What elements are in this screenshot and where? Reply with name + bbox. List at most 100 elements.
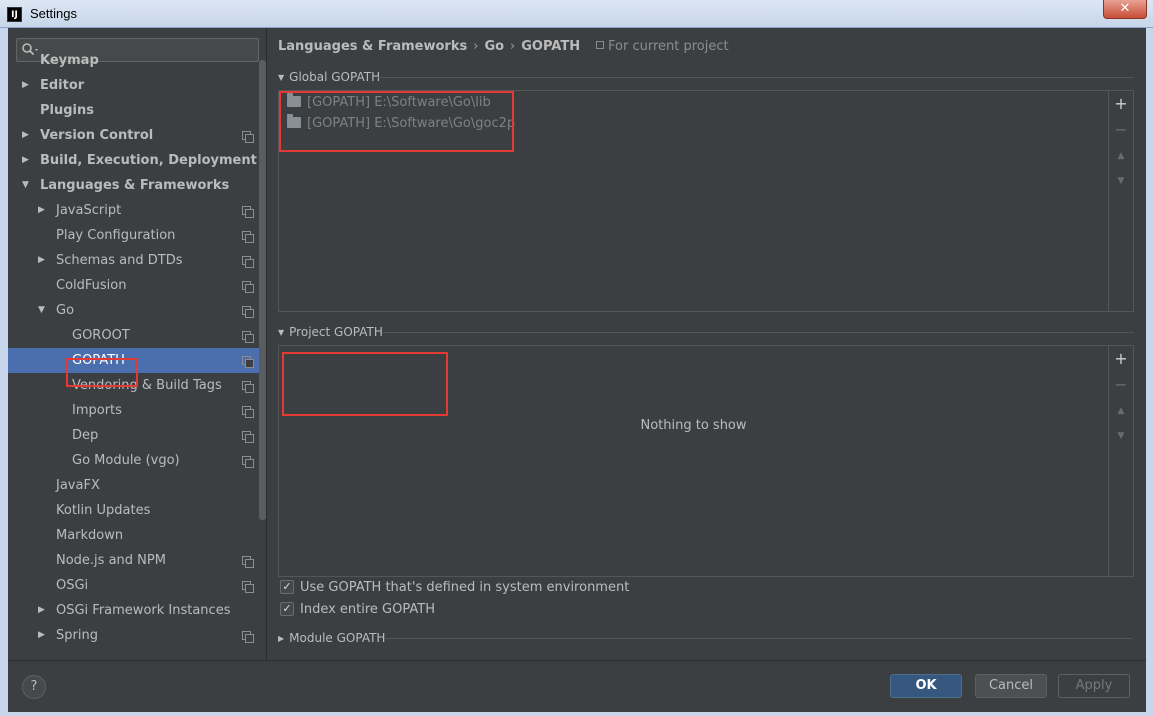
gopath-entry-text: [GOPATH] E:\Software\Go\goc2p — [307, 116, 516, 131]
sidebar-item-osgi[interactable]: OSGi — [8, 573, 259, 598]
breadcrumb: Languages & Frameworks › Go › GOPATH — [278, 39, 580, 54]
gopath-entry[interactable]: [GOPATH] E:\Software\Go\goc2p — [287, 113, 515, 134]
settings-sidebar: Keymap ▶ Editor Plugins ▶ Version Contro… — [8, 28, 267, 660]
chevron-right-icon[interactable]: ▶ — [22, 148, 29, 173]
breadcrumb-languages-frameworks: Languages & Frameworks — [278, 39, 468, 54]
window-close-button[interactable]: ✕ — [1103, 0, 1147, 19]
add-icon[interactable]: + — [1109, 349, 1133, 369]
project-scope-icon — [242, 556, 254, 568]
sidebar-item-gopath[interactable]: GOPATH — [8, 348, 259, 373]
sidebar-item-label: Editor — [40, 78, 85, 93]
move-up-icon[interactable]: ▲ — [1109, 146, 1133, 166]
window-frame-right — [1146, 28, 1153, 716]
chevron-right-icon[interactable]: ▶ — [22, 73, 29, 98]
project-scope-icon — [242, 631, 254, 643]
sidebar-item-vendoring-build-tags[interactable]: Vendoring & Build Tags — [8, 373, 259, 398]
ok-button[interactable]: OK — [890, 674, 962, 698]
apply-button[interactable]: Apply — [1058, 674, 1130, 698]
breadcrumb-separator: › — [473, 39, 479, 54]
triangle-right-icon: ▶ — [278, 634, 285, 643]
sidebar-item-label: JavaScript — [56, 203, 122, 218]
sidebar-item-go[interactable]: ▼ Go — [8, 298, 259, 323]
breadcrumb-go: Go — [484, 39, 505, 54]
sidebar-item-play-configuration[interactable]: Play Configuration — [8, 223, 259, 248]
project-scope-icon — [242, 231, 254, 243]
help-button[interactable]: ? — [22, 675, 46, 699]
project-scope-icon — [242, 431, 254, 443]
global-gopath-list[interactable]: [GOPATH] E:\Software\Go\lib [GOPATH] E:\… — [279, 91, 1108, 311]
global-gopath-panel: [GOPATH] E:\Software\Go\lib [GOPATH] E:\… — [278, 90, 1134, 312]
project-scope-icon — [242, 456, 254, 468]
chevron-right-icon[interactable]: ▶ — [38, 598, 45, 623]
sidebar-item-javafx[interactable]: JavaFX — [8, 473, 259, 498]
sidebar-item-label: OSGi Framework Instances — [56, 603, 231, 618]
remove-icon[interactable]: − — [1109, 120, 1133, 140]
move-down-icon[interactable]: ▼ — [1109, 426, 1133, 446]
window-title: Settings — [30, 6, 77, 21]
sidebar-item-goroot[interactable]: GOROOT — [8, 323, 259, 348]
scope-note-text: For current project — [608, 39, 729, 54]
sidebar-item-osgi-framework-instances[interactable]: ▶ OSGi Framework Instances — [8, 598, 259, 623]
index-entire-gopath-checkbox[interactable]: ✓ — [280, 601, 294, 616]
chevron-right-icon[interactable]: ▶ — [38, 248, 45, 273]
sidebar-item-coldfusion[interactable]: ColdFusion — [8, 273, 259, 298]
remove-icon[interactable]: − — [1109, 375, 1133, 395]
project-gopath-title-text: Project GOPATH — [289, 325, 383, 339]
chevron-down-icon[interactable]: ▼ — [22, 173, 29, 198]
sidebar-item-javascript[interactable]: ▶ JavaScript — [8, 198, 259, 223]
project-gopath-toolbar: + − ▲ ▼ — [1108, 346, 1133, 576]
add-icon[interactable]: + — [1109, 94, 1133, 114]
move-up-icon[interactable]: ▲ — [1109, 401, 1133, 421]
window-frame-bottom — [0, 712, 1153, 716]
sidebar-item-markdown[interactable]: Markdown — [8, 523, 259, 548]
sidebar-item-label: Languages & Frameworks — [40, 178, 230, 193]
project-scope-icon — [242, 206, 254, 218]
sidebar-item-go-module[interactable]: Go Module (vgo) — [8, 448, 259, 473]
sidebar-item-imports[interactable]: Imports — [8, 398, 259, 423]
sidebar-item-spring[interactable]: ▶ Spring — [8, 623, 259, 648]
sidebar-item-label: Schemas and DTDs — [56, 253, 183, 268]
use-system-gopath-option[interactable]: ✓ Use GOPATH that's defined in system env… — [280, 579, 629, 597]
folder-icon — [287, 93, 301, 107]
global-gopath-title: ▼ Global GOPATH — [278, 70, 380, 84]
triangle-down-icon: ▼ — [278, 73, 285, 82]
triangle-down-icon: ▼ — [278, 328, 285, 337]
project-gopath-list[interactable]: Nothing to show — [279, 346, 1108, 576]
sidebar-item-version-control[interactable]: ▶ Version Control — [8, 123, 259, 148]
index-entire-gopath-option[interactable]: ✓ Index entire GOPATH — [280, 601, 435, 619]
sidebar-item-label: Imports — [72, 403, 122, 418]
sidebar-item-editor[interactable]: ▶ Editor — [8, 73, 259, 98]
cancel-button[interactable]: Cancel — [975, 674, 1047, 698]
global-gopath-toolbar: + − ▲ ▼ — [1108, 91, 1133, 311]
project-scope-icon — [242, 331, 254, 343]
sidebar-item-languages-frameworks[interactable]: ▼ Languages & Frameworks — [8, 173, 259, 198]
chevron-right-icon[interactable]: ▶ — [38, 623, 45, 648]
sidebar-item-plugins[interactable]: Plugins — [8, 98, 259, 123]
chevron-right-icon[interactable]: ▶ — [22, 123, 29, 148]
use-system-gopath-checkbox[interactable]: ✓ — [280, 579, 294, 594]
chevron-down-icon[interactable]: ▼ — [38, 298, 45, 323]
checkbox-label: Use GOPATH that's defined in system envi… — [300, 580, 630, 595]
chevron-right-icon[interactable]: ▶ — [38, 198, 45, 223]
folder-icon — [287, 114, 301, 128]
move-down-icon[interactable]: ▼ — [1109, 171, 1133, 191]
gopath-entry-text: [GOPATH] E:\Software\Go\lib — [307, 95, 491, 110]
module-gopath-title[interactable]: ▶ Module GOPATH — [278, 631, 385, 645]
sidebar-item-label: Keymap — [40, 53, 99, 68]
sidebar-item-label: Spring — [56, 628, 98, 643]
project-scope-icon — [596, 41, 604, 49]
sidebar-scrollbar[interactable] — [259, 60, 266, 520]
sidebar-item-keymap[interactable]: Keymap — [8, 48, 259, 73]
gopath-entry[interactable]: [GOPATH] E:\Software\Go\lib — [287, 92, 491, 113]
sidebar-item-kotlin-updates[interactable]: Kotlin Updates — [8, 498, 259, 523]
window-title-bar: IJ Settings ✕ — [0, 0, 1153, 28]
sidebar-item-label: Markdown — [56, 528, 124, 543]
sidebar-item-dep[interactable]: Dep — [8, 423, 259, 448]
sidebar-item-schemas-dtds[interactable]: ▶ Schemas and DTDs — [8, 248, 259, 273]
sidebar-item-nodejs-npm[interactable]: Node.js and NPM — [8, 548, 259, 573]
sidebar-item-label: Kotlin Updates — [56, 503, 151, 518]
breadcrumb-gopath: GOPATH — [521, 39, 581, 54]
checkbox-label: Index entire GOPATH — [300, 602, 435, 617]
sidebar-item-build-execution-deployment[interactable]: ▶ Build, Execution, Deployment — [8, 148, 259, 173]
project-gopath-title: ▼ Project GOPATH — [278, 325, 383, 339]
